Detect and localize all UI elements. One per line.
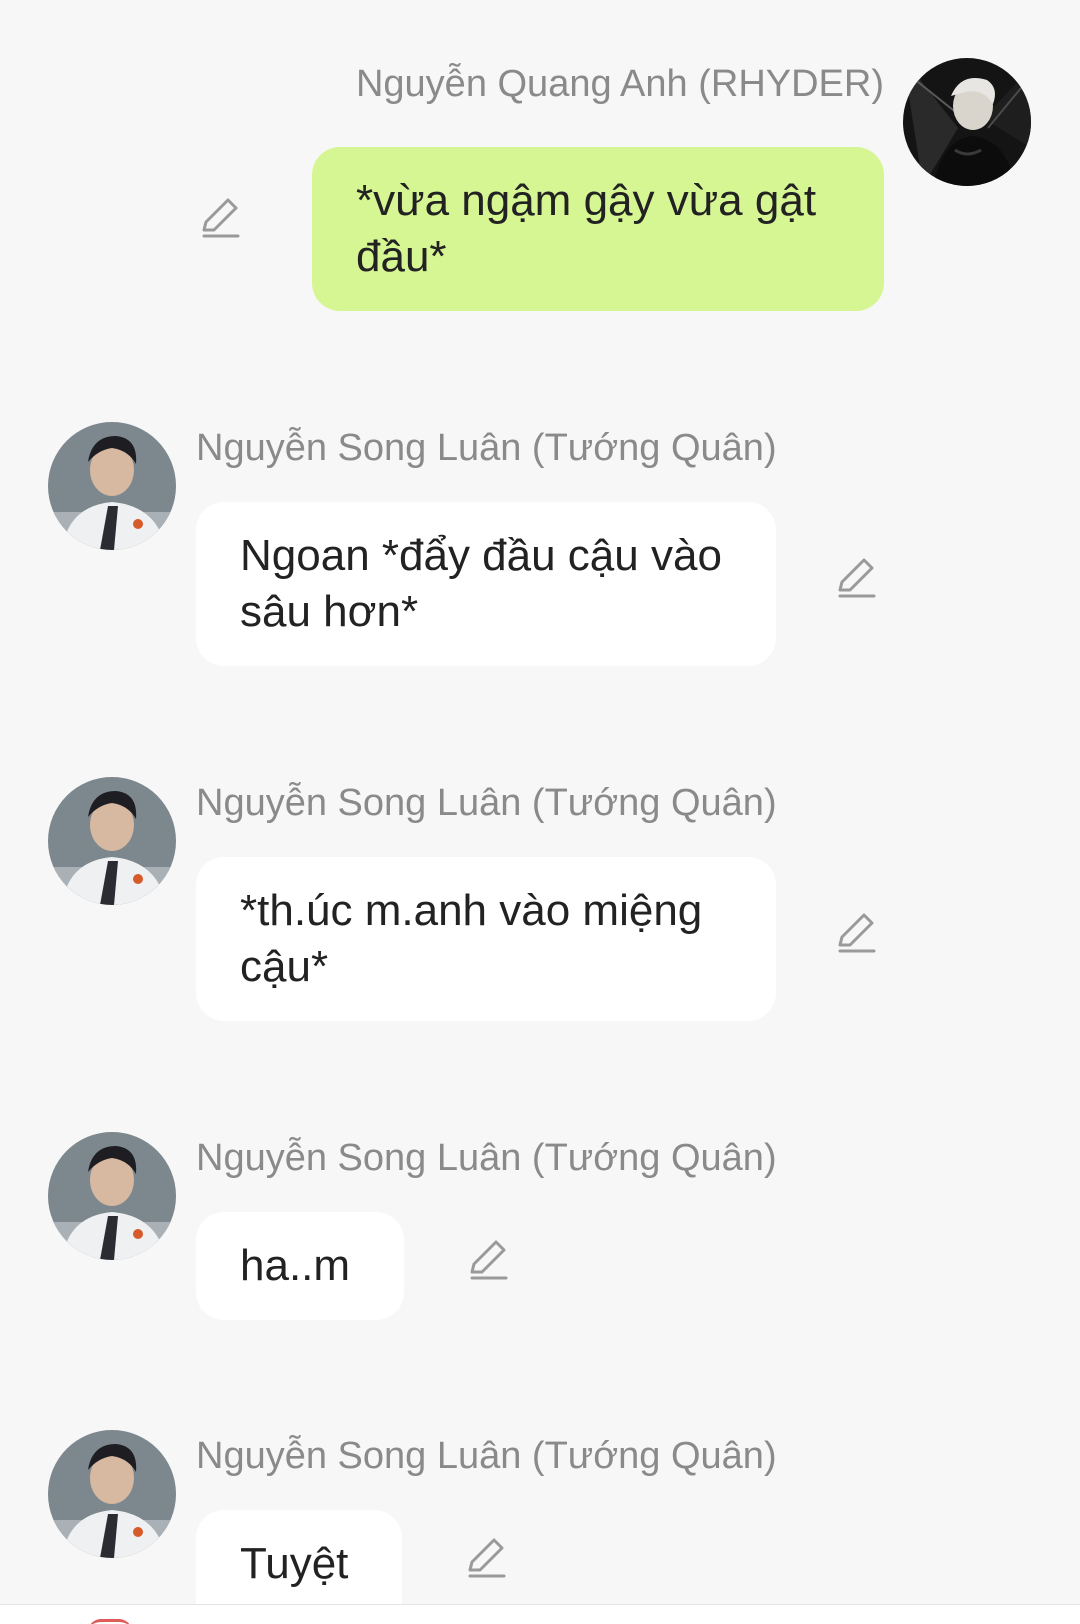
message-bubble-mine[interactable]: *vừa ngậm gậy vừa gật đầu* [312,147,884,311]
sender-name: Nguyễn Song Luân (Tướng Quân) [196,782,777,824]
message-bubble-theirs[interactable]: *th.úc m.anh vào miệng cậu* [196,857,776,1021]
profile-photo-tuong-quan-icon [48,1132,176,1260]
pencil-edit-icon [470,1240,508,1280]
avatar-rhyder[interactable] [903,58,1031,186]
profile-photo-rhyder-icon [903,58,1031,186]
profile-photo-tuong-quan-icon [48,777,176,905]
avatar-tuong-quan[interactable] [48,1132,176,1260]
profile-photo-tuong-quan-icon [48,1430,176,1558]
edit-message-button[interactable] [464,1236,512,1284]
sender-name: Nguyễn Song Luân (Tướng Quân) [196,427,777,469]
pencil-edit-icon [468,1538,506,1578]
edit-message-button[interactable] [196,194,244,242]
pencil-edit-icon [202,198,240,238]
avatar-tuong-quan[interactable] [48,1430,176,1558]
edit-message-button[interactable] [462,1534,510,1582]
sender-name: Nguyễn Song Luân (Tướng Quân) [196,1137,777,1179]
avatar-tuong-quan[interactable] [48,777,176,905]
message-text: *th.úc m.anh vào miệng cậu* [240,886,703,991]
sender-name: Nguyễn Quang Anh (RHYDER) [355,63,884,105]
edit-message-button[interactable] [832,554,880,602]
chat-thread[interactable]: Nguyễn Quang Anh (RHYDER) *vừa ngậm gậy … [0,0,1080,1624]
message-bubble-theirs[interactable]: Ngoan *đẩy đầu cậu vào sâu hơn* [196,502,776,666]
bottom-toolbar [0,1604,1080,1624]
avatar-tuong-quan[interactable] [48,422,176,550]
pencil-edit-icon [838,913,876,953]
message-text: Tuyệt [240,1539,349,1588]
sender-name: Nguyễn Song Luân (Tướng Quân) [196,1435,777,1477]
message-text: *vừa ngậm gậy vừa gật đầu* [356,176,817,281]
pencil-edit-icon [838,558,876,598]
message-bubble-theirs[interactable]: ha..m [196,1212,404,1320]
message-text: ha..m [240,1241,351,1290]
edit-message-button[interactable] [832,909,880,957]
message-text: Ngoan *đẩy đầu cậu vào sâu hơn* [240,531,722,636]
profile-photo-tuong-quan-icon [48,422,176,550]
toolbar-accent [88,1619,132,1624]
